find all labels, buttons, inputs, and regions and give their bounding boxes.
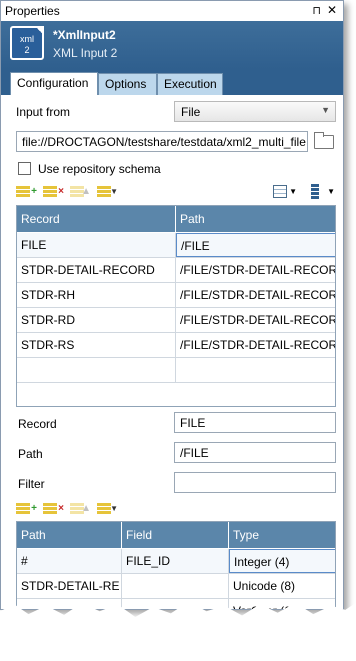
close-icon[interactable]: ✕ bbox=[327, 3, 337, 17]
table-row[interactable]: STDR-DETAIL-RE Unicode (8) bbox=[17, 574, 335, 599]
record-input[interactable]: FILE bbox=[174, 412, 336, 433]
window-title: Properties bbox=[5, 4, 60, 18]
table-row[interactable] bbox=[17, 358, 335, 383]
filter-label: Filter bbox=[18, 477, 45, 491]
record-cell: STDR-RS bbox=[17, 333, 176, 357]
path-input[interactable]: /FILE bbox=[174, 442, 336, 463]
field-menu-icon[interactable]: ▼ bbox=[96, 501, 118, 517]
records-table: Record Path FILE /FILE STDR-DETAIL-RECOR… bbox=[16, 205, 336, 407]
add-field-icon[interactable]: + bbox=[15, 501, 37, 517]
fields-table: Path Field Type # FILE_ID Integer (4) ST… bbox=[16, 521, 336, 609]
input-from-label: Input from bbox=[16, 105, 71, 119]
path-cell: /FILE/STDR-DETAIL-RECORD bbox=[176, 258, 335, 282]
table-row[interactable]: STDR-RH /FILE/STDR-DETAIL-RECORD bbox=[17, 283, 335, 308]
table-row[interactable]: # FILE_ID Integer (4) bbox=[17, 549, 335, 574]
row-menu-icon[interactable]: ▼ bbox=[96, 184, 118, 200]
record-label: Record bbox=[18, 417, 57, 431]
use-repository-schema-label: Use repository schema bbox=[38, 162, 161, 176]
tab-options[interactable]: Options bbox=[98, 73, 157, 95]
delete-row-icon[interactable]: × bbox=[42, 184, 64, 200]
properties-panel: Properties ⊓ ✕ xml 2 *XmlInput2 XML Inpu… bbox=[0, 0, 344, 610]
table-row[interactable]: STDR-RS /FILE/STDR-DETAIL-RECORD bbox=[17, 333, 335, 358]
path-cell: STDR-DETAIL-RE bbox=[17, 574, 122, 598]
path-cell bbox=[17, 599, 122, 609]
chevron-down-icon: ▼ bbox=[321, 105, 330, 115]
column-chooser-icon[interactable]: ▼ bbox=[309, 184, 335, 200]
field-cell: FILE_ID bbox=[122, 549, 229, 573]
table-row[interactable]: STDR-DETAIL-RECORD /FILE/STDR-DETAIL-REC… bbox=[17, 258, 335, 283]
record-cell: FILE bbox=[17, 233, 176, 257]
move-row-icon: ▲ bbox=[69, 184, 91, 200]
use-repository-schema-checkbox[interactable] bbox=[18, 162, 31, 175]
column-header-path[interactable]: Path bbox=[176, 206, 335, 232]
filter-input[interactable] bbox=[174, 472, 336, 493]
column-header-record[interactable]: Record bbox=[17, 206, 176, 232]
icon-text-bottom: 2 bbox=[24, 45, 30, 55]
table-view-icon[interactable]: ▼ bbox=[271, 184, 297, 200]
path-cell: /FILE/STDR-DETAIL-RECORD bbox=[176, 308, 335, 332]
tab-configuration[interactable]: Configuration bbox=[10, 72, 98, 95]
column-header-type[interactable]: Type bbox=[229, 522, 335, 548]
path-cell: # bbox=[17, 549, 122, 573]
path-label: Path bbox=[18, 447, 43, 461]
tab-bar: Configuration Options Execution bbox=[1, 69, 343, 95]
table-row[interactable]: FILE /FILE bbox=[17, 233, 335, 258]
configuration-tab-content: Input from File ▼ file://DROCTAGON/tests… bbox=[1, 95, 343, 609]
record-cell: STDR-DETAIL-RECORD bbox=[17, 258, 176, 282]
field-cell bbox=[122, 574, 229, 598]
field-cell bbox=[122, 599, 229, 609]
path-cell: /FILE bbox=[176, 233, 335, 257]
component-header: xml 2 *XmlInput2 XML Input 2 bbox=[1, 21, 343, 69]
add-row-icon[interactable]: + bbox=[15, 184, 37, 200]
tab-execution[interactable]: Execution bbox=[157, 73, 223, 95]
record-cell bbox=[17, 358, 176, 382]
path-cell: /FILE/STDR-DETAIL-RECORD bbox=[176, 333, 335, 357]
move-field-icon: ▲ bbox=[69, 501, 91, 517]
pin-icon[interactable]: ⊓ bbox=[312, 4, 321, 17]
folder-icon[interactable] bbox=[314, 132, 334, 149]
component-name: *XmlInput2 bbox=[53, 28, 116, 42]
path-cell bbox=[176, 358, 335, 382]
type-cell: VarChar (6 bbox=[229, 599, 335, 609]
xml-input-icon: xml 2 bbox=[10, 26, 44, 60]
file-path-input[interactable]: file://DROCTAGON/testshare/testdata/xml2… bbox=[16, 131, 308, 152]
delete-field-icon[interactable]: × bbox=[42, 501, 64, 517]
fields-table-header: Path Field Type bbox=[17, 522, 335, 548]
icon-text-top: xml bbox=[20, 34, 34, 44]
input-from-select[interactable]: File ▼ bbox=[174, 101, 336, 122]
table-row[interactable]: STDR-RD /FILE/STDR-DETAIL-RECORD bbox=[17, 308, 335, 333]
path-cell: /FILE/STDR-DETAIL-RECORD bbox=[176, 283, 335, 307]
type-cell: Unicode (8) bbox=[229, 574, 335, 598]
record-cell: STDR-RD bbox=[17, 308, 176, 332]
record-cell: STDR-RH bbox=[17, 283, 176, 307]
column-header-path[interactable]: Path bbox=[17, 522, 122, 548]
type-cell: Integer (4) bbox=[229, 549, 335, 573]
input-from-value: File bbox=[181, 105, 201, 119]
records-table-header: Record Path bbox=[17, 206, 335, 232]
component-type: XML Input 2 bbox=[53, 46, 118, 60]
column-header-field[interactable]: Field bbox=[122, 522, 229, 548]
title-bar: Properties ⊓ ✕ bbox=[1, 1, 343, 21]
